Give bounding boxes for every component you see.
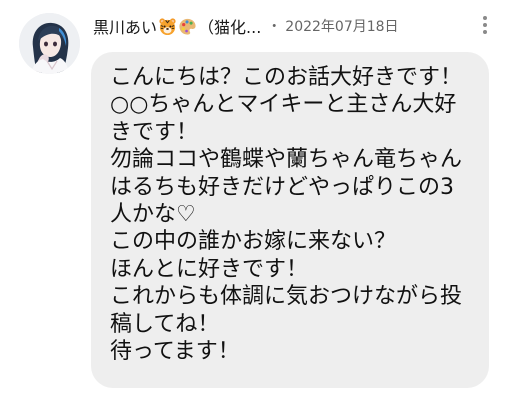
meta-separator: ・ (267, 19, 282, 35)
message-line: きです！ (110, 119, 199, 145)
avatar[interactable] (19, 13, 80, 74)
author-name-suffix: （猫化... (198, 18, 262, 37)
message-line: 待ってます！ (110, 339, 240, 365)
vertical-ellipsis-icon (483, 16, 487, 34)
author-name[interactable]: 黒川あい (93, 14, 157, 38)
tiger-face-icon (158, 17, 177, 36)
message-line: こんにちは？このお話大好きです！ (110, 65, 463, 90)
message-line: 人かな♡ (110, 202, 196, 228)
message-line: 勿論ココや鶴蝶や蘭ちゃん竜ちゃん (110, 147, 463, 173)
message-line: ○○ちゃんとマイキーと主さん大好 (110, 92, 457, 118)
message-line: 稿してね！ (110, 311, 220, 337)
message-line: ほんとに好きです！ (110, 256, 309, 282)
comment-date: 2022年07月18日 (285, 19, 399, 35)
comment-header: 黒川あい （猫化... ・ 2022年07月18日 (93, 14, 472, 38)
more-options-button[interactable] (470, 10, 500, 40)
message-line: これからも体調に気おつけながら投 (110, 284, 463, 310)
message-line: この中の誰かお嫁に来ない？ (110, 229, 397, 255)
comment-bubble: こんにちは？このお話大好きです！ ○○ちゃんとマイキーと主さん大好 きです！ 勿… (91, 52, 489, 388)
artist-palette-icon (178, 17, 197, 36)
avatar-image (19, 13, 80, 74)
message-line: はるちも好きだけどやっぱりこの3 (110, 174, 454, 200)
